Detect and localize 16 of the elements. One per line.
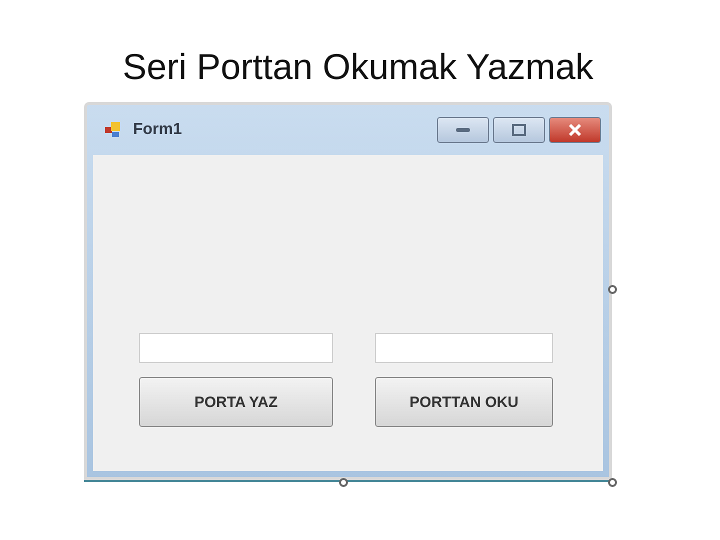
- text-field[interactable]: [375, 333, 553, 363]
- resize-handle[interactable]: [608, 478, 617, 487]
- close-button[interactable]: [549, 117, 601, 143]
- slide-title: Seri Porttan Okumak Yazmak: [122, 45, 594, 89]
- minimize-icon: [455, 127, 471, 133]
- close-icon: [568, 124, 582, 136]
- minimize-button[interactable]: [437, 117, 489, 143]
- window-title: Form1: [133, 121, 182, 139]
- form-button[interactable]: PORTA YAZ: [139, 377, 333, 427]
- resize-handle[interactable]: [339, 478, 348, 487]
- resize-handle[interactable]: [608, 285, 617, 294]
- maximize-button[interactable]: [493, 117, 545, 143]
- text-field[interactable]: [139, 333, 333, 363]
- form-button[interactable]: PORTTAN OKU: [375, 377, 553, 427]
- maximize-icon: [512, 124, 526, 136]
- app-icon: [105, 121, 123, 139]
